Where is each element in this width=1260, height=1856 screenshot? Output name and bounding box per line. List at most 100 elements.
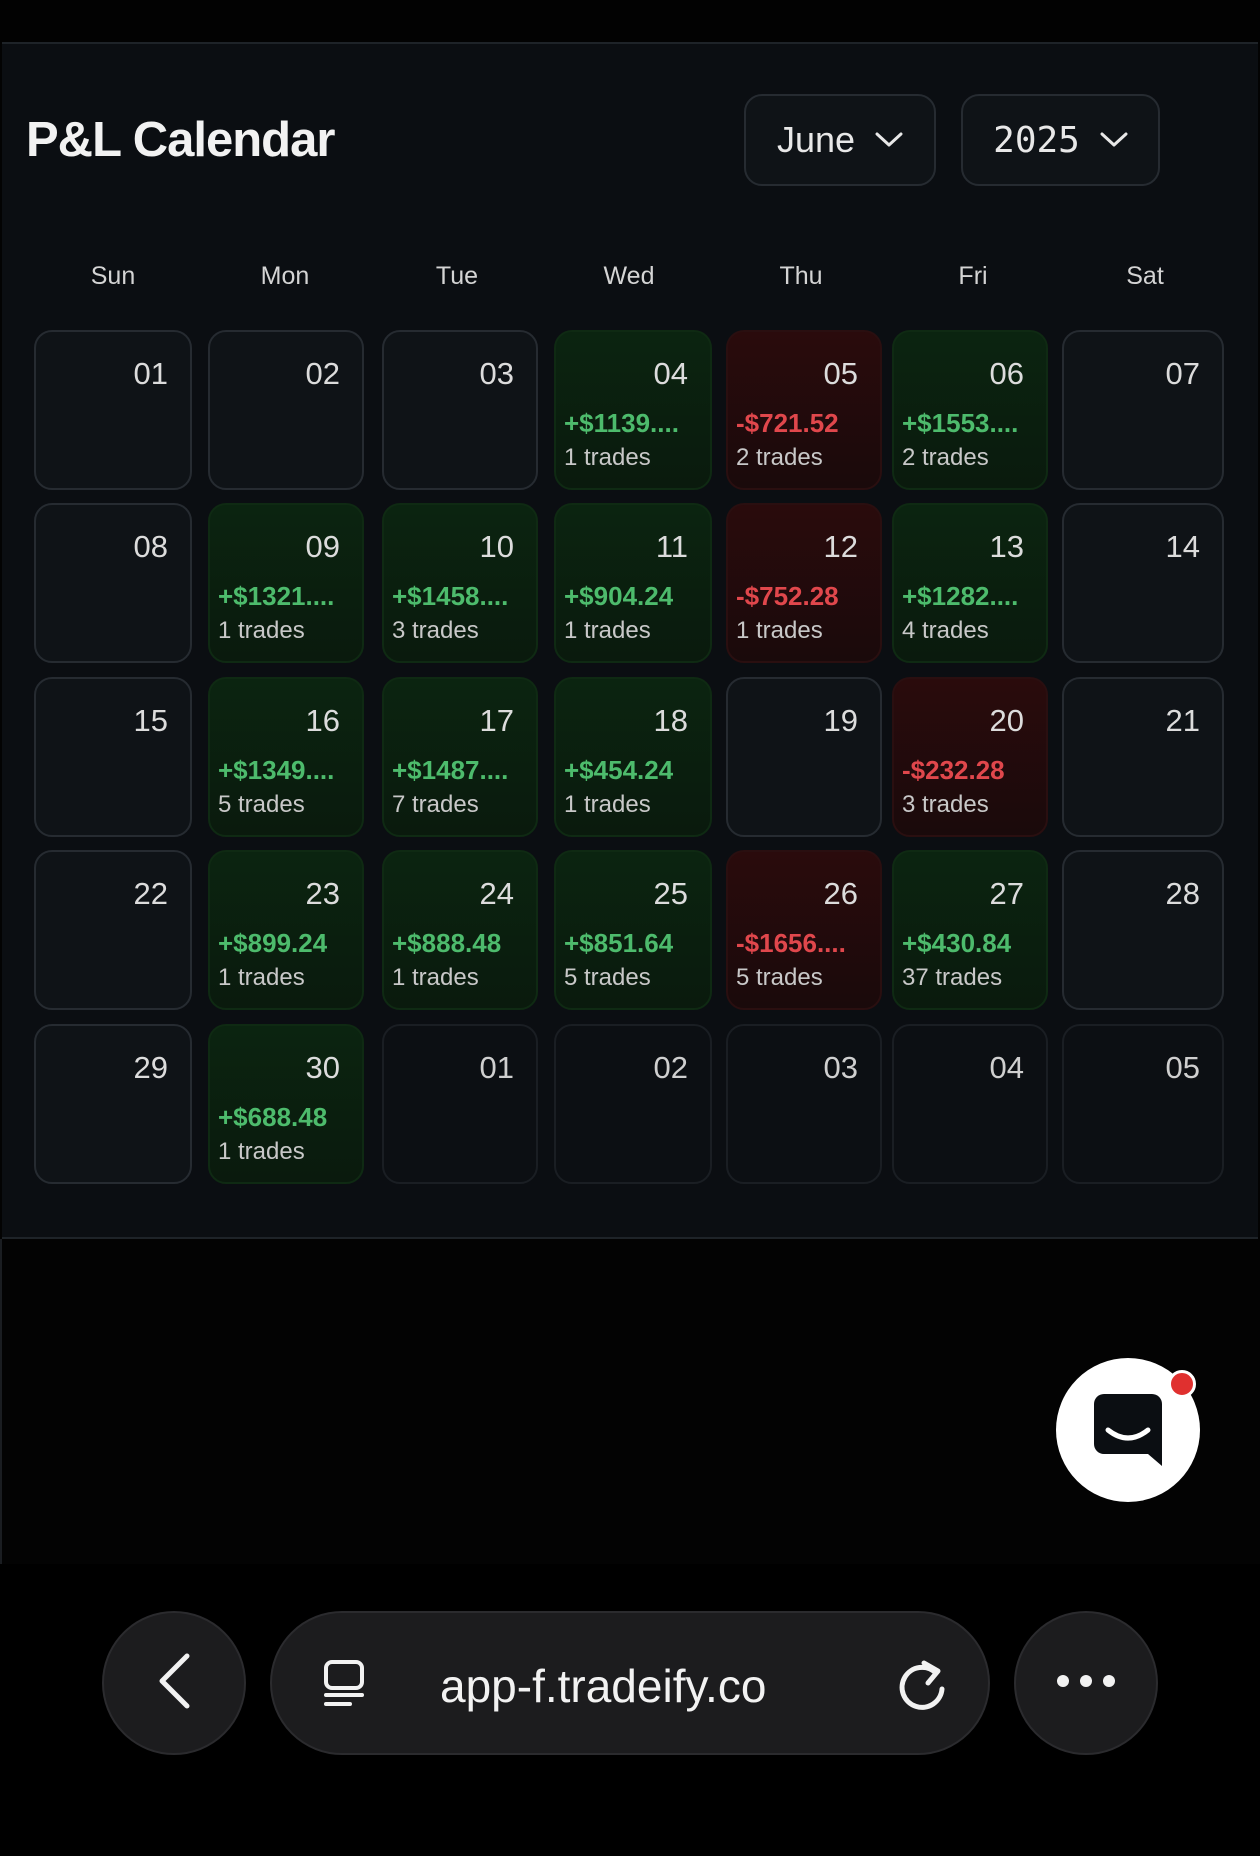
day-pnl: +$1487.... — [392, 755, 509, 785]
weekday-label: Mon — [260, 262, 310, 290]
reload-icon[interactable] — [896, 1657, 948, 1718]
chat-launcher-button[interactable] — [1056, 1358, 1200, 1502]
day-trade-count: 2 trades — [736, 444, 823, 471]
calendar-day-cell[interactable]: 02 — [554, 1024, 712, 1184]
calendar-day-cell[interactable]: 23 +$899.24 1 trades — [208, 850, 364, 1010]
day-number: 26 — [823, 876, 858, 911]
calendar-day-cell[interactable]: 05 -$721.52 2 trades — [726, 330, 882, 490]
calendar-day-cell[interactable]: 08 — [34, 503, 192, 663]
day-trade-count: 1 trades — [736, 617, 823, 644]
tabs-icon[interactable] — [320, 1659, 368, 1712]
more-icon — [1056, 1674, 1116, 1693]
day-pnl: +$430.84 — [902, 928, 1012, 958]
calendar-day-cell[interactable]: 07 — [1062, 330, 1224, 490]
calendar-day-cell[interactable]: 19 — [726, 677, 882, 837]
calendar-day-cell[interactable]: 25 +$851.64 5 trades — [554, 850, 712, 1010]
day-trade-count: 5 trades — [564, 964, 651, 991]
day-number: 07 — [1165, 356, 1200, 391]
day-pnl: -$752.28 — [736, 581, 839, 611]
url-text: app-f.tradeify.co — [440, 1660, 767, 1712]
calendar-day-cell[interactable]: 28 — [1062, 850, 1224, 1010]
day-trade-count: 1 trades — [564, 444, 651, 471]
calendar-day-cell[interactable]: 15 — [34, 677, 192, 837]
day-pnl: +$899.24 — [218, 928, 328, 958]
day-number: 17 — [479, 703, 514, 738]
calendar-day-cell[interactable]: 04 +$1139.... 1 trades — [554, 330, 712, 490]
calendar-day-cell[interactable]: 03 — [726, 1024, 882, 1184]
day-trade-count: 2 trades — [902, 444, 989, 471]
day-pnl: +$688.48 — [218, 1102, 328, 1132]
chevron-left-icon — [157, 1653, 191, 1714]
weekday-label: Fri — [958, 262, 988, 290]
more-button[interactable] — [1014, 1611, 1158, 1755]
day-number: 10 — [479, 529, 514, 564]
status-bar — [0, 0, 1260, 42]
day-pnl: +$1349.... — [218, 755, 335, 785]
calendar-day-cell[interactable]: 30 +$688.48 1 trades — [208, 1024, 364, 1184]
calendar-day-cell[interactable]: 09 +$1321.... 1 trades — [208, 503, 364, 663]
calendar-day-cell[interactable]: 01 — [382, 1024, 538, 1184]
day-number: 18 — [653, 703, 688, 738]
year-select[interactable]: 2025 — [961, 94, 1160, 186]
day-number: 03 — [823, 1050, 858, 1085]
chat-bubble-icon — [1094, 1394, 1162, 1471]
day-number: 21 — [1165, 703, 1200, 738]
notification-badge — [1168, 1370, 1196, 1398]
day-number: 05 — [823, 356, 858, 391]
day-trade-count: 4 trades — [902, 617, 989, 644]
calendar-day-cell[interactable]: 24 +$888.48 1 trades — [382, 850, 538, 1010]
calendar-day-cell[interactable]: 17 +$1487.... 7 trades — [382, 677, 538, 837]
calendar-day-cell[interactable]: 21 — [1062, 677, 1224, 837]
chevron-down-icon — [1100, 132, 1128, 148]
day-number: 05 — [1165, 1050, 1200, 1085]
day-pnl: +$1553.... — [902, 408, 1019, 438]
calendar-day-cell[interactable]: 05 — [1062, 1024, 1224, 1184]
calendar-day-cell[interactable]: 22 — [34, 850, 192, 1010]
calendar-day-cell[interactable]: 01 — [34, 330, 192, 490]
calendar-day-cell[interactable]: 04 — [892, 1024, 1048, 1184]
calendar-day-cell[interactable]: 10 +$1458.... 3 trades — [382, 503, 538, 663]
calendar-day-cell[interactable]: 20 -$232.28 3 trades — [892, 677, 1048, 837]
calendar-day-cell[interactable]: 27 +$430.84 37 trades — [892, 850, 1048, 1010]
day-pnl: +$904.24 — [564, 581, 674, 611]
calendar-day-cell[interactable]: 13 +$1282.... 4 trades — [892, 503, 1048, 663]
day-number: 12 — [823, 529, 858, 564]
day-pnl: +$1282.... — [902, 581, 1019, 611]
calendar-day-cell[interactable]: 14 — [1062, 503, 1224, 663]
day-pnl: -$232.28 — [902, 755, 1005, 785]
day-trade-count: 3 trades — [392, 617, 479, 644]
calendar-day-cell[interactable]: 06 +$1553.... 2 trades — [892, 330, 1048, 490]
calendar-day-cell[interactable]: 18 +$454.24 1 trades — [554, 677, 712, 837]
calendar-day-cell[interactable]: 11 +$904.24 1 trades — [554, 503, 712, 663]
address-bar[interactable]: app-f.tradeify.co — [270, 1611, 990, 1755]
panel-edge — [0, 1239, 2, 1564]
day-number: 25 — [653, 876, 688, 911]
day-pnl: +$1139.... — [564, 408, 679, 438]
day-number: 13 — [989, 529, 1024, 564]
calendar-day-cell[interactable]: 26 -$1656.... 5 trades — [726, 850, 882, 1010]
day-pnl: +$1458.... — [392, 581, 509, 611]
day-trade-count: 37 trades — [902, 964, 1003, 991]
day-number: 04 — [653, 356, 688, 391]
day-number: 24 — [479, 876, 514, 911]
day-trade-count: 1 trades — [392, 964, 479, 991]
day-trade-count: 5 trades — [736, 964, 823, 991]
calendar-day-cell[interactable]: 02 — [208, 330, 364, 490]
calendar-day-cell[interactable]: 12 -$752.28 1 trades — [726, 503, 882, 663]
calendar-day-cell[interactable]: 16 +$1349.... 5 trades — [208, 677, 364, 837]
day-number: 09 — [305, 529, 340, 564]
day-number: 22 — [133, 876, 168, 911]
day-trade-count: 7 trades — [392, 791, 479, 818]
day-pnl: +$888.48 — [392, 928, 502, 958]
month-select[interactable]: June — [744, 94, 936, 186]
day-trade-count: 1 trades — [564, 617, 651, 644]
calendar-day-cell[interactable]: 03 — [382, 330, 538, 490]
day-pnl: -$721.52 — [736, 408, 839, 438]
weekday-label: Thu — [779, 262, 823, 290]
weekday-label: Tue — [435, 262, 479, 290]
day-number: 20 — [989, 703, 1024, 738]
day-number: 02 — [305, 356, 340, 391]
day-number: 08 — [133, 529, 168, 564]
calendar-day-cell[interactable]: 29 — [34, 1024, 192, 1184]
back-button[interactable] — [102, 1611, 246, 1755]
